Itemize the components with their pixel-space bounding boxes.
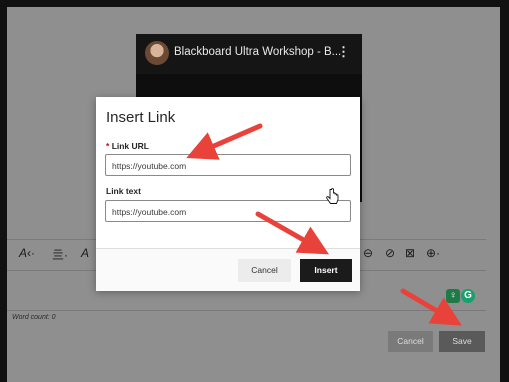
video-header: Blackboard Ultra Workshop - B... ⋮ (136, 34, 362, 74)
link-icon[interactable]: ⊖ (363, 246, 373, 260)
link-text-input[interactable]: https://youtube.com (105, 200, 351, 222)
hand-cursor-icon (326, 188, 339, 204)
channel-avatar (145, 41, 169, 65)
image-icon[interactable]: ⊠ (405, 246, 415, 260)
grammarly-icon[interactable]: G (461, 289, 475, 303)
insert-link-dialog: Insert Link * Link URL https://youtube.c… (96, 97, 360, 291)
required-marker: * (106, 141, 110, 151)
editor-save-button[interactable]: Save (439, 331, 485, 352)
insert-button[interactable]: Insert (300, 259, 352, 282)
text-color-icon[interactable]: A‹· (19, 246, 35, 260)
link-text-label: Link text (106, 186, 141, 196)
clear-format-icon[interactable]: A (81, 246, 89, 260)
grammarly-bulb-icon[interactable]: ♀ (446, 289, 460, 303)
link-url-input[interactable]: https://youtube.com (105, 154, 351, 176)
word-count: Word count: 0 (12, 314, 56, 321)
attachment-icon[interactable]: ⊘ (385, 246, 395, 260)
cancel-button[interactable]: Cancel (238, 259, 291, 282)
insert-content-icon[interactable]: ⊕· (426, 246, 440, 260)
link-url-label-text: Link URL (111, 141, 149, 151)
dialog-title: Insert Link (106, 109, 176, 126)
dialog-footer: Cancel Insert (96, 248, 360, 291)
link-url-label: * Link URL (106, 141, 149, 151)
kebab-menu-icon[interactable]: ⋮ (337, 44, 350, 60)
editor-cancel-button[interactable]: Cancel (388, 331, 433, 352)
paragraph-format-icon[interactable]: 亖· (52, 246, 68, 263)
video-title[interactable]: Blackboard Ultra Workshop - B... (174, 46, 341, 58)
